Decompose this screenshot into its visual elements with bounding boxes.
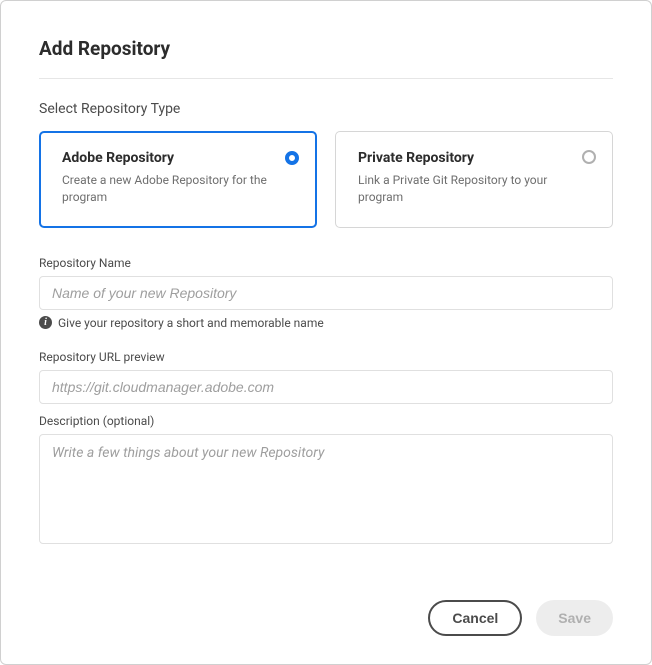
repo-type-private[interactable]: Private Repository Link a Private Git Re…: [335, 131, 613, 228]
radio-selected-icon: [285, 151, 299, 165]
repo-type-private-desc: Link a Private Git Repository to your pr…: [358, 172, 594, 207]
radio-unselected-icon: [582, 150, 596, 164]
repo-name-hint: i Give your repository a short and memor…: [39, 316, 613, 330]
repo-type-section-label: Select Repository Type: [39, 101, 613, 117]
repo-type-options: Adobe Repository Create a new Adobe Repo…: [39, 131, 613, 228]
repo-url-preview: [39, 370, 613, 404]
modal-footer: Cancel Save: [39, 580, 613, 636]
repo-description-input[interactable]: [39, 434, 613, 544]
save-button[interactable]: Save: [536, 600, 613, 636]
repo-type-adobe[interactable]: Adobe Repository Create a new Adobe Repo…: [39, 131, 317, 228]
cancel-button[interactable]: Cancel: [428, 600, 522, 636]
repo-description-field-group: Description (optional): [39, 414, 613, 548]
info-icon: i: [39, 316, 52, 329]
repo-type-adobe-desc: Create a new Adobe Repository for the pr…: [62, 172, 298, 207]
modal-title: Add Repository: [39, 37, 613, 79]
repo-name-label: Repository Name: [39, 256, 613, 270]
repo-name-input[interactable]: [39, 276, 613, 310]
repo-name-field-group: Repository Name i Give your repository a…: [39, 256, 613, 340]
repo-url-field-group: Repository URL preview: [39, 350, 613, 404]
repo-description-label: Description (optional): [39, 414, 613, 428]
repo-name-hint-text: Give your repository a short and memorab…: [58, 316, 324, 330]
repo-url-label: Repository URL preview: [39, 350, 613, 364]
repo-type-private-title: Private Repository: [358, 150, 594, 166]
repo-type-adobe-title: Adobe Repository: [62, 150, 298, 166]
add-repository-modal: Add Repository Select Repository Type Ad…: [0, 0, 652, 665]
